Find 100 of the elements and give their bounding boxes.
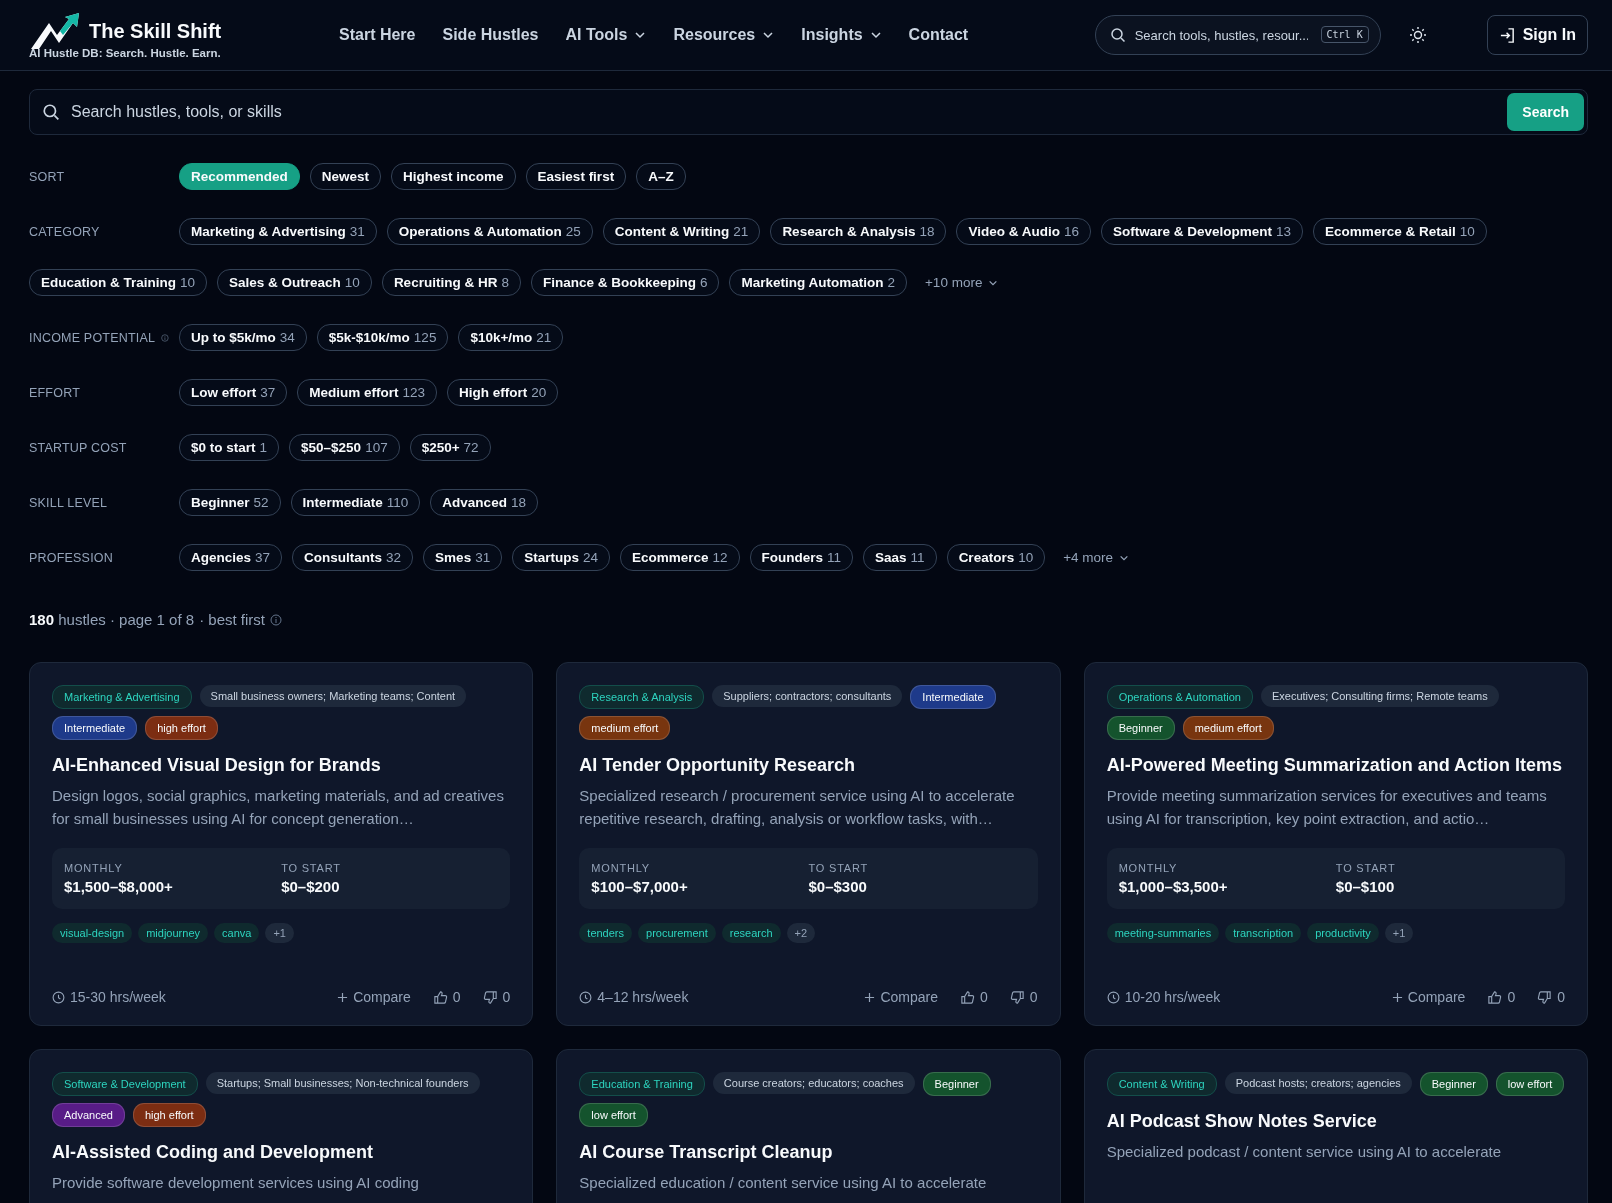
filter-chip[interactable]: Easiest first [525,163,627,190]
filter-chip[interactable]: $250+ 72 [409,434,491,461]
sun-icon[interactable] [1408,26,1427,44]
downvote-button[interactable]: 0 [482,989,511,1005]
stat-label: TO START [1335,862,1397,874]
stat-value: $1,500–$8,000+ [64,878,174,895]
filter-chip[interactable]: Ecommerce 12 [619,544,740,571]
filter-chip[interactable]: Advanced 18 [430,489,538,516]
upvote-button[interactable]: 0 [432,989,461,1005]
filter-chip[interactable]: A–Z [636,163,686,190]
keyword-tag: visual-design [52,923,133,943]
card-description: Provide software development services using AI coding [52,1173,420,1193]
hustle-card[interactable] [556,662,1061,1026]
filter-chip[interactable]: Founders 11 [749,544,854,571]
stat-value: $0–$100 [1335,878,1396,895]
filter-chip[interactable]: Finance & Bookkeeping 6 [530,269,720,296]
keyword-tag: +1 [265,923,294,943]
nav-link[interactable]: Start Here [339,26,416,44]
stat-value: $1,000–$3,500+ [1118,878,1229,895]
filter-chip[interactable]: Marketing Automation 2 [729,269,907,296]
filter-chip[interactable]: Newest [309,163,382,190]
filter-chip[interactable]: Smes 31 [423,544,503,571]
hustle-card[interactable]: Content & Writing Podcast hosts; creators; agencies Beginner low effort AI Podcast Show Notes Service Specialized podcast / content service using AI to accelerate [1083,1049,1588,1203]
filter-chip[interactable]: Marketing & Advertising 31 [179,218,377,245]
filter-chip[interactable]: Creators 10 [946,544,1046,571]
compare-button[interactable]: Compare [337,989,411,1005]
compare-button[interactable]: Compare [1391,989,1466,1005]
card-title[interactable]: AI-Assisted Coding and Development [52,1142,511,1163]
filter-chip[interactable]: Beginner 52 [179,489,281,516]
card-title[interactable]: AI Course Transcript Cleanup [579,1142,1038,1163]
thumbs-up-icon [1487,989,1503,1005]
hustle-card[interactable] [29,662,534,1026]
filter-chip[interactable]: $5k-$10k/mo 125 [316,324,449,351]
filter-chip[interactable]: Low effort 37 [179,379,288,406]
filter-chip[interactable]: Software & Development 13 [1101,218,1304,245]
show-more-button[interactable]: +10 more [917,275,1007,290]
filter-chip[interactable]: Saas 11 [863,544,937,571]
filter-chip[interactable]: $50–$250 107 [289,434,400,461]
filter-chip[interactable]: Consultants 32 [292,544,414,571]
nav-link[interactable]: Resources [673,26,775,44]
filter-chip[interactable]: $0 to start 1 [179,434,280,461]
nav-link[interactable]: AI Tools [565,26,647,44]
keyword-tag: productivity [1307,923,1379,943]
category-tag: Education & Training [579,1072,705,1096]
nav-link[interactable]: Insights [801,26,882,44]
filter-chip[interactable]: Video & Audio 16 [956,218,1092,245]
card-title[interactable]: AI-Powered Meeting Summarization and Action Items [1106,755,1565,776]
chevron-down-icon [634,29,647,41]
filter-chip[interactable]: Medium effort 123 [297,379,438,406]
filter-chip[interactable]: Operations & Automation 25 [386,218,593,245]
nav-link[interactable]: Side Hustles [442,26,539,44]
hustle-card[interactable] [1083,662,1588,1026]
stat-label: TO START [808,862,870,874]
stat-value: $100–$7,000+ [591,878,689,895]
filter-chip[interactable]: Ecommerce & Retail 10 [1313,218,1487,245]
filter-chip[interactable]: Sales & Outreach 10 [217,269,372,296]
sign-in-button[interactable]: Sign In [1486,15,1588,55]
filter-chip[interactable]: High effort 20 [447,379,559,406]
filter-chip[interactable]: Agencies 37 [179,544,283,571]
card-title[interactable]: AI Tender Opportunity Research [579,755,1038,776]
downvote-button[interactable]: 0 [1537,989,1565,1005]
nav-link[interactable]: Contact [908,26,969,44]
badge: Beginner [1419,1072,1488,1096]
badge: Intermediate [52,716,138,740]
thumbs-up-icon [960,989,976,1005]
show-more-button[interactable]: +4 more [1055,550,1138,565]
audience-tag: Podcast hosts; creators; agencies [1224,1072,1412,1094]
compare-button[interactable]: Compare [864,989,939,1005]
filter-chip[interactable]: $10k+/mo 21 [458,324,564,351]
filter-chip[interactable]: Highest income [391,163,516,190]
brand-tagline: AI Hustle DB: Search. Hustle. Earn. [29,47,222,59]
downvote-button[interactable]: 0 [1009,989,1038,1005]
hustle-card[interactable]: Software & Development Startups; Small businesses; Non-technical founders Advanced high effort AI-Assisted Coding and Development Provide software development services using AI coding [29,1049,534,1203]
filter-chip[interactable]: Education & Training 10 [29,269,208,296]
filter-label: STARTUP COST [29,440,127,455]
filter-chip[interactable]: Research & Analysis 18 [770,218,947,245]
chevron-down-icon [762,29,775,41]
stat-label: TO START [281,862,342,874]
brand-name[interactable]: The Skill Shift [89,19,222,43]
stat-label: MONTHLY [591,862,651,874]
filter-chip[interactable]: Up to $5k/mo 34 [179,324,307,351]
hustle-card[interactable]: Education & Training Course creators; educators; coaches Beginner low effort AI Course Transcript Cleanup Specialized education / content service using AI to accelerate [556,1049,1061,1203]
badge: Beginner [922,1072,991,1096]
filter-chip[interactable]: Content & Writing 21 [602,218,761,245]
thumbs-down-icon [482,989,498,1005]
thumbs-down-icon [1009,989,1025,1005]
filter-chip[interactable]: Startups 24 [512,544,610,571]
filter-chip[interactable]: Intermediate 110 [290,489,421,516]
thumbs-down-icon [1537,989,1553,1005]
card-title[interactable]: AI Podcast Show Notes Service [1106,1111,1565,1132]
filter-chip[interactable]: Recruiting & HR 8 [381,269,521,296]
filter-label: CATEGORY [29,224,100,239]
upvote-button[interactable]: 0 [1487,989,1516,1005]
badge: Beginner [1106,716,1175,740]
upvote-button[interactable]: 0 [960,989,988,1005]
badge: low effort [1495,1072,1565,1096]
stat-label: MONTHLY [1118,862,1179,874]
badge: Intermediate [910,685,996,709]
card-title[interactable]: AI-Enhanced Visual Design for Brands [52,755,511,776]
audience-tag: Suppliers; contractors; consultants [712,685,903,707]
